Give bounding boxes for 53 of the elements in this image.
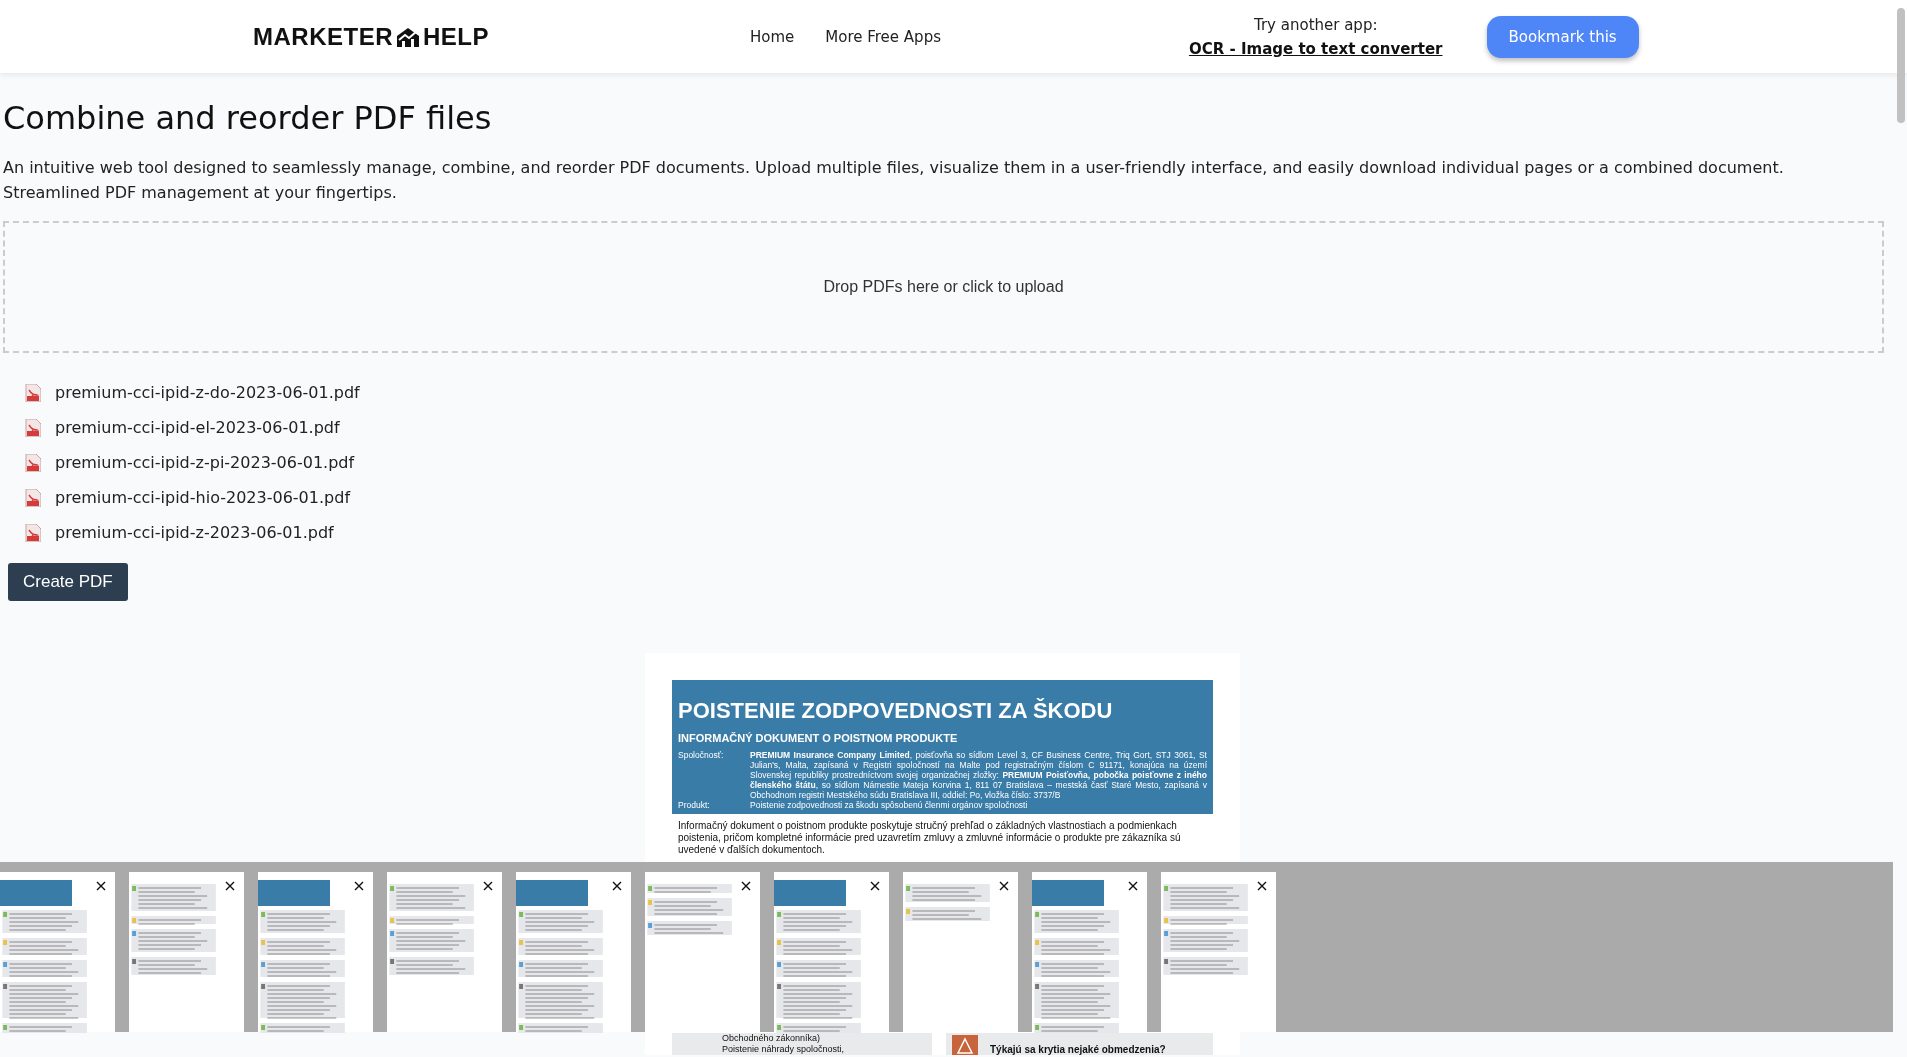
page-thumbnail[interactable] [1161, 872, 1276, 1032]
pdf-file-icon [25, 523, 41, 542]
logo-text: HELP [423, 22, 489, 51]
logo-text: MARKETER [253, 22, 393, 51]
page-thumbnail[interactable] [645, 872, 760, 1032]
close-icon [1128, 881, 1138, 891]
nav-link[interactable]: More Free Apps [825, 27, 941, 46]
document-heading: Týkajú sa krytia nejaké obmedzenia? [990, 1044, 1166, 1055]
page-thumbnail[interactable] [258, 872, 373, 1032]
document-paragraph: Informačný dokument o poistnom produkte poskytuje stručný prehľad o základných vlastnostiach a podmienkach poistenia, pričom kompletné informácie pred uzavretím zmluvy a zmluvné informácie o produkte pre zákazníka sú uvedené v ďalších dokumentoch. [678, 820, 1182, 856]
page-thumbnail[interactable] [516, 872, 631, 1032]
close-icon [354, 881, 364, 891]
page-description: An intuitive web tool designed to seamlessly manage, combine, and reorder PDF documents. Upload multiple files, visualize them in a user-friendly interface, and easily download individual pages or a combined document. Streamlined PDF management at your fingertips. [3, 157, 1785, 204]
upload-dropzone[interactable]: Drop PDFs here or click to upload [3, 221, 1884, 353]
document-title: POISTENIE ZODPOVEDNOSTI ZA ŠKODU [678, 698, 1114, 724]
pdf-file-icon [25, 488, 41, 507]
pdf-file-icon [25, 383, 41, 402]
document-text: Poistenie zodpovednosti za škodu spôsobenú členmi orgánov spoločnosti [750, 800, 1028, 810]
page-thumbnail[interactable] [387, 872, 502, 1032]
page-title: Combine and reorder PDF files [3, 99, 493, 137]
document-label: Spoločnosť: [678, 750, 725, 762]
close-icon [870, 881, 880, 891]
file-name: premium-cci-ipid-hio-2023-06-01.pdf [55, 488, 350, 507]
close-icon [612, 881, 622, 891]
close-icon [483, 881, 493, 891]
page-thumbnail[interactable] [903, 872, 1018, 1032]
pdf-file-icon [25, 418, 41, 437]
file-name: premium-cci-ipid-z-do-2023-06-01.pdf [55, 383, 360, 402]
close-icon [741, 881, 751, 891]
page-thumbnail[interactable] [774, 872, 889, 1032]
close-icon [96, 881, 106, 891]
create-pdf-button[interactable]: Create PDF [8, 563, 128, 601]
file-name: premium-cci-ipid-el-2023-06-01.pdf [55, 418, 340, 437]
nav-link[interactable]: Home [750, 27, 795, 46]
house-chart-icon [395, 25, 421, 48]
pdf-file-icon [25, 453, 41, 472]
promo-link[interactable]: OCR - Image to text converter [1188, 39, 1443, 58]
close-icon [999, 881, 1009, 891]
scrollbar[interactable] [1897, 8, 1905, 123]
document-text: PREMIUM Insurance Company Limited, poisťovňa so sídlom Level 3, CF Business Centre, Triq Gort, STJ 3061, St Julian's, Malta, zapísaná v Registri spoločností na Malte pod registračným číslom C 91171, konajúca na území Slovenskej republiky prostredníctvom svojej organizačnej zložky: PREMIUM Poisťovňa, pobočka poisťovne z iného členského štátu, so sídlom Námestie Mateja Korvina 1, 811 07 Bratislava – mestská časť Staré Mesto, zapísaná v Obchodnom registri Mestského súdu Bratislava III, oddiel: Po, vložka číslo: 3737/B [750, 750, 1207, 800]
close-icon [225, 881, 235, 891]
page-thumbnail[interactable] [129, 872, 244, 1032]
page-thumbnail[interactable] [0, 872, 115, 1032]
document-text: Obchodného zákonníka) [722, 1033, 822, 1044]
close-icon [1257, 881, 1267, 891]
document-label: Produkt: [678, 800, 711, 810]
document-text: Poistenie náhrady spoločnosti, [722, 1044, 846, 1055]
document-subtitle: INFORMAČNÝ DOKUMENT O POISTNOM PRODUKTE [678, 732, 959, 744]
warning-icon [952, 1035, 978, 1055]
promo-label: Try another app: [1254, 15, 1378, 34]
file-name: premium-cci-ipid-z-2023-06-01.pdf [55, 523, 334, 542]
file-name: premium-cci-ipid-z-pi-2023-06-01.pdf [55, 453, 355, 472]
page-thumbnail[interactable] [1032, 872, 1147, 1032]
